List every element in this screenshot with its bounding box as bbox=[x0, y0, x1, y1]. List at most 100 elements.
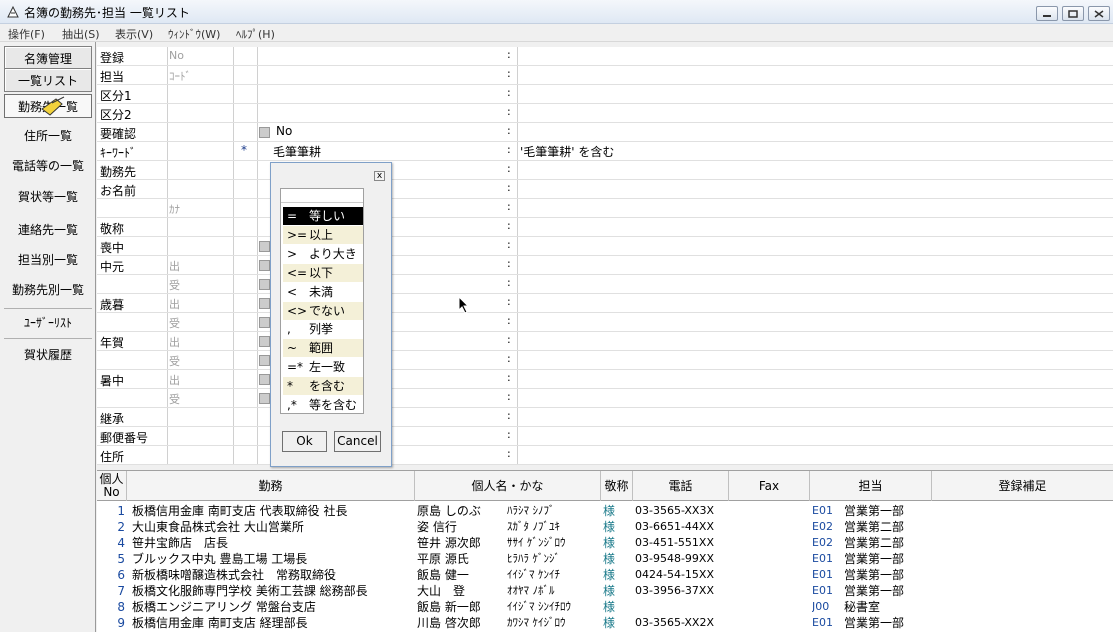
sidebar-item-gajo[interactable]: 賀状等一覧 bbox=[4, 185, 92, 209]
form-row[interactable]: 受: bbox=[97, 351, 1113, 370]
form-row-sublabel: 受 bbox=[169, 279, 180, 292]
cancel-button[interactable]: Cancel bbox=[334, 431, 381, 452]
form-row[interactable]: 継承: bbox=[97, 408, 1113, 427]
form-row-colon: : bbox=[507, 390, 511, 403]
sidebar-item-denwa[interactable]: 電話等の一覧 bbox=[4, 154, 92, 178]
form-row[interactable]: 勤務先: bbox=[97, 161, 1113, 180]
operator-symbol: * bbox=[287, 379, 293, 394]
form-row[interactable]: 受: bbox=[97, 313, 1113, 332]
table-row[interactable]: 7 板橋文化服飾専門学校 美術工芸課 総務部長 大山 登 ｵｵﾔﾏ ﾉﾎﾞﾙ 様 03-3… bbox=[97, 583, 1113, 599]
operator-option[interactable]: <= 以下 bbox=[283, 263, 363, 282]
column-header-name[interactable]: 個人名・かな bbox=[415, 471, 601, 501]
form-row[interactable]: ｷｰﾜｰﾄﾞ * 毛筆筆耕: '毛筆筆耕' を含む bbox=[97, 142, 1113, 161]
operator-option[interactable]: * を含む bbox=[283, 377, 363, 396]
operator-label: 以下 bbox=[309, 265, 334, 280]
operator-option[interactable]: < 未満 bbox=[283, 283, 363, 301]
operator-option[interactable]: ,* 等を含む bbox=[283, 396, 363, 414]
form-row[interactable]: 要確認 No: bbox=[97, 123, 1113, 142]
form-row[interactable]: 郵便番号: bbox=[97, 427, 1113, 446]
operator-option[interactable]: ~ 範囲 bbox=[283, 339, 363, 358]
form-row[interactable]: お名前: bbox=[97, 180, 1113, 199]
column-header-no[interactable]: 個人 No bbox=[97, 471, 127, 501]
option-checkbox[interactable] bbox=[259, 393, 270, 404]
column-header-tel[interactable]: 電話 bbox=[633, 471, 729, 501]
table-row[interactable]: 2 大山東食品株式会社 大山営業所 姿 信行 ｽｶﾞﾀ ﾉﾌﾞﾕｷ 様 03-6651-4… bbox=[97, 519, 1113, 535]
column-header-kinmu[interactable]: 勤務 bbox=[127, 471, 415, 501]
column-header-tanto[interactable]: 担当 bbox=[810, 471, 932, 501]
menu-operation[interactable]: 操作(F) bbox=[8, 26, 45, 42]
form-row[interactable]: ｶﾅ: bbox=[97, 199, 1113, 218]
minimize-button[interactable] bbox=[1036, 6, 1058, 21]
app-icon bbox=[7, 5, 19, 18]
close-window-button[interactable] bbox=[1088, 6, 1110, 21]
sidebar-item-renrakusaki[interactable]: 連絡先一覧 bbox=[4, 218, 92, 242]
form-row[interactable]: 受: bbox=[97, 389, 1113, 408]
form-row-label: 喪中 bbox=[100, 241, 125, 255]
operator-option[interactable]: , 列挙 bbox=[283, 320, 363, 338]
operator-option[interactable]: <> でない bbox=[283, 301, 363, 320]
form-row[interactable]: 区分2: bbox=[97, 104, 1113, 123]
operator-option[interactable]: = 等しい bbox=[283, 207, 363, 225]
column-header-keisho[interactable]: 敬称 bbox=[601, 471, 633, 501]
option-checkbox[interactable] bbox=[259, 298, 270, 309]
operator-option[interactable]: =* 左一致 bbox=[283, 358, 363, 376]
menu-extract[interactable]: 抽出(S) bbox=[62, 26, 100, 42]
column-header-hosoku[interactable]: 登録補足 bbox=[932, 471, 1113, 501]
operator-label: 左一致 bbox=[309, 360, 346, 375]
maximize-button[interactable] bbox=[1062, 6, 1084, 21]
form-row[interactable]: 担当 ｺｰﾄﾞ: bbox=[97, 66, 1113, 85]
operator-option[interactable]: >より大きい bbox=[283, 245, 363, 279]
option-checkbox[interactable] bbox=[259, 260, 270, 271]
table-row[interactable]: 5 ブルックス中丸 豊島工場 工場長 平原 源氏 ﾋﾗﾊﾗ ｹﾞﾝｼﾞ 様 03-9548… bbox=[97, 551, 1113, 567]
form-row[interactable]: 区分1: bbox=[97, 85, 1113, 104]
operator-symbol: <= bbox=[287, 265, 308, 280]
form-row-label: 住所 bbox=[100, 450, 125, 464]
cell-no: 5 bbox=[117, 552, 125, 566]
option-checkbox[interactable] bbox=[259, 317, 270, 328]
table-row[interactable]: 8 板橋エンジニアリング 常盤台支店 飯島 新一郎 ｲｲｼﾞﾏ ｼﾝｲﾁﾛｳ 様 J00 秘… bbox=[97, 599, 1113, 615]
form-row[interactable]: 中元 出: bbox=[97, 256, 1113, 275]
form-row[interactable]: 敬称: bbox=[97, 218, 1113, 237]
sidebar-item-ichiran-list[interactable]: 一覧リスト bbox=[4, 68, 92, 92]
form-row-operator[interactable]: * bbox=[241, 143, 247, 157]
table-row[interactable]: 1 板橋信用金庫 南町支店 代表取締役 社長 原島 しのぶ ﾊﾗｼﾏ ｼﾉﾌﾞ 様 03-… bbox=[97, 503, 1113, 519]
table-row[interactable]: 9 板橋信用金庫 南町支店 経理部長 川島 啓次郎 ｶﾜｼﾏ ｹｲｼﾞﾛｳ 様 03-35… bbox=[97, 615, 1113, 631]
sidebar-item-kinmusaki-betsu[interactable]: 勤務先別一覧 bbox=[4, 278, 92, 302]
operator-label: を含む bbox=[309, 379, 346, 394]
sidebar-item-gajo-rireki[interactable]: 賀状履歴 bbox=[4, 343, 92, 367]
ok-button[interactable]: Ok bbox=[282, 431, 327, 452]
form-row-value[interactable]: No bbox=[276, 124, 292, 138]
option-checkbox[interactable] bbox=[259, 374, 270, 385]
pointing-hand-cursor-icon bbox=[41, 96, 65, 116]
table-row[interactable]: 6 新板橋味噌醸造株式会社 常務取締役 飯島 健一 ｲｲｼﾞﾏ ｹﾝｲﾁ 様 0424-5… bbox=[97, 567, 1113, 583]
form-row[interactable]: 喪中: bbox=[97, 237, 1113, 256]
sidebar-item-jusho[interactable]: 住所一覧 bbox=[4, 124, 92, 148]
table-row[interactable]: 4 笹井宝飾店 店長 笹井 源次郎 ｻｻｲ ｹﾞﾝｼﾞﾛｳ 様 03-451-551XX E… bbox=[97, 535, 1113, 551]
form-row[interactable]: 住所: bbox=[97, 446, 1113, 465]
sidebar-item-tanto[interactable]: 担当別一覧 bbox=[4, 248, 92, 272]
operator-symbol: >= bbox=[287, 227, 308, 242]
option-checkbox[interactable] bbox=[259, 336, 270, 347]
cell-kana: ﾋﾗﾊﾗ ｹﾞﾝｼﾞ bbox=[507, 552, 560, 565]
option-checkbox[interactable] bbox=[259, 355, 270, 366]
form-row[interactable]: 登録 No: bbox=[97, 47, 1113, 66]
column-header-fax[interactable]: Fax bbox=[729, 471, 810, 501]
form-row[interactable]: 歳暮 出: bbox=[97, 294, 1113, 313]
sidebar-item-meibo-kanri[interactable]: 名簿管理 bbox=[4, 46, 92, 70]
form-row[interactable]: 年賀 出: bbox=[97, 332, 1113, 351]
confirm-checkbox[interactable] bbox=[259, 127, 270, 138]
sidebar-item-user-list[interactable]: ﾕｰｻﾞｰﾘｽﾄ bbox=[4, 311, 92, 335]
dialog-close-button[interactable]: x bbox=[374, 171, 385, 181]
form-row[interactable]: 暑中 出: bbox=[97, 370, 1113, 389]
option-checkbox[interactable] bbox=[259, 279, 270, 290]
form-row[interactable]: 受: bbox=[97, 275, 1113, 294]
operator-label: 以上 bbox=[309, 227, 334, 242]
menu-window[interactable]: ｳｨﾝﾄﾞｳ(W) bbox=[168, 26, 220, 42]
operator-option[interactable]: >= 以上 bbox=[283, 225, 363, 244]
option-checkbox[interactable] bbox=[259, 241, 270, 252]
menu-help[interactable]: ﾍﾙﾌﾟ(H) bbox=[236, 26, 275, 42]
menu-view[interactable]: 表示(V) bbox=[115, 26, 153, 42]
form-row-value[interactable]: 毛筆筆耕 bbox=[273, 143, 321, 160]
form-row-colon: : bbox=[507, 181, 511, 194]
sidebar-divider bbox=[4, 338, 92, 339]
